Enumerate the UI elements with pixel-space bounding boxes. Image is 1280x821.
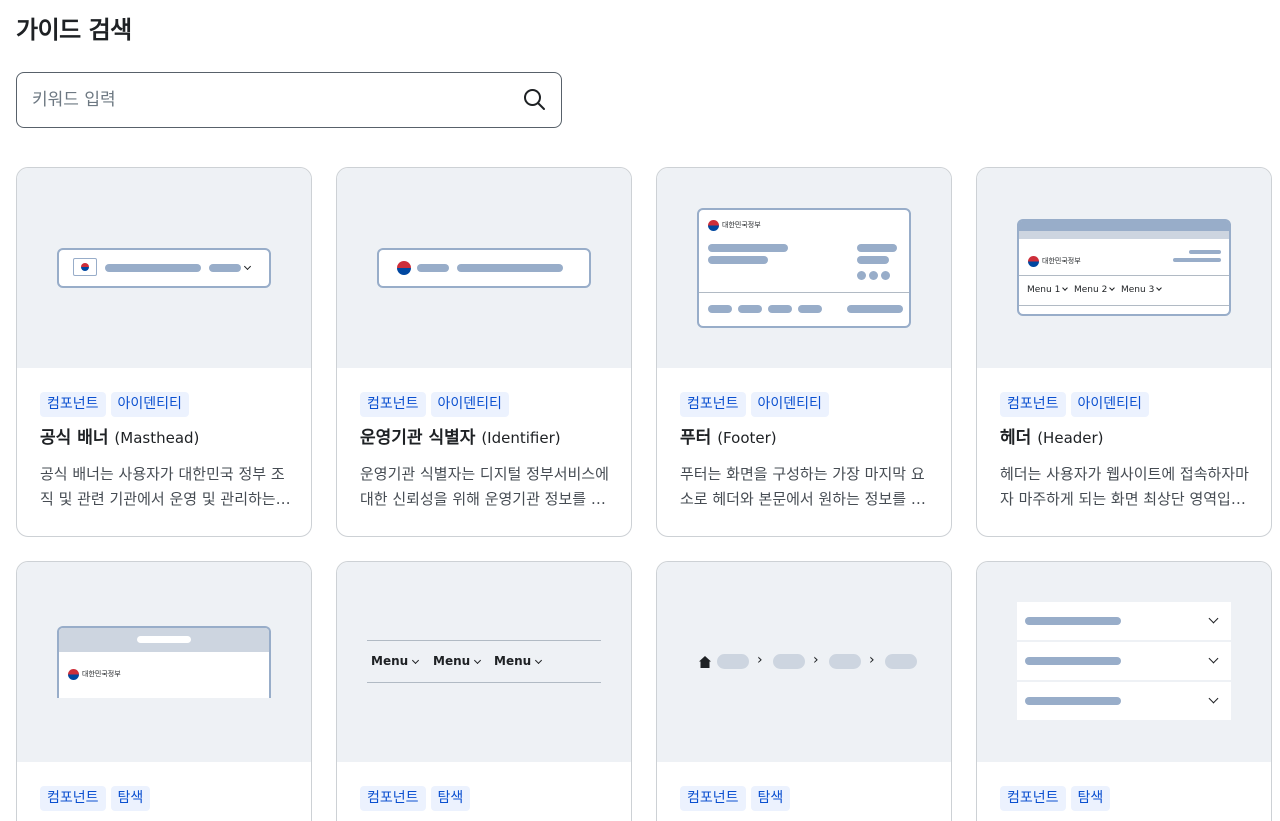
menu-item: Menu	[494, 654, 543, 668]
card-title: 헤더 (Header)	[1000, 428, 1104, 448]
guide-card-footer[interactable]: 대한민국정부 컴포넌트 아이덴티티 푸터 (Footer) 푸터는 화면을 구성…	[656, 167, 952, 537]
tag-category[interactable]: 컴포넌트	[360, 392, 426, 417]
card-thumbnail: 대한민국정부	[657, 168, 951, 368]
tag-category[interactable]: 컴포넌트	[680, 786, 746, 811]
card-thumbnail: 대한민국정부 Menu 1 Menu 2 Menu 3	[977, 168, 1271, 368]
tag-category[interactable]: 컴포넌트	[1000, 786, 1066, 811]
card-thumbnail	[977, 562, 1271, 762]
search-input[interactable]	[32, 73, 512, 127]
government-emblem-icon	[397, 261, 411, 275]
chevron-down-icon	[1208, 613, 1219, 624]
card-description: 공식 배너는 사용자가 대한민국 정부 조직 및 관련 기관에서 운영 및 관리…	[40, 465, 285, 508]
tag-category[interactable]: 컴포넌트	[680, 392, 746, 417]
tag-topic[interactable]: 아이덴티티	[1070, 392, 1149, 417]
card-thumbnail: 대한민국정부	[17, 562, 311, 762]
menu-item: Menu	[433, 654, 482, 668]
guide-card-navigation-1[interactable]: 대한민국정부 컴포넌트 탐색	[16, 561, 312, 821]
tag-topic[interactable]: 아이덴티티	[430, 392, 509, 417]
government-emblem-icon	[1028, 256, 1039, 267]
guide-card-header[interactable]: 대한민국정부 Menu 1 Menu 2 Menu 3 컴포넌트 아이덴티티 헤…	[976, 167, 1272, 537]
government-emblem-icon	[68, 669, 79, 680]
tag-topic[interactable]: 아이덴티티	[750, 392, 829, 417]
chevron-down-icon	[243, 262, 252, 271]
card-title: 푸터 (Footer)	[680, 428, 777, 448]
home-icon	[699, 656, 711, 668]
card-description: 헤더는 사용자가 웹사이트에 접속하자마자 마주하게 되는 화면 최상단 영역입…	[1000, 465, 1249, 508]
card-description: 운영기관 식별자는 디지털 정부서비스에 대한 신뢰성을 위해 운영기관 정보를…	[360, 465, 609, 508]
card-title: 운영기관 식별자 (Identifier)	[360, 428, 561, 448]
agency-label: 대한민국정부	[722, 221, 761, 229]
agency-label: 대한민국정부	[82, 670, 121, 678]
search-icon	[524, 89, 545, 110]
agency-label: 대한민국정부	[1042, 257, 1081, 265]
menu-item: Menu 3	[1121, 285, 1163, 295]
search-button[interactable]	[521, 87, 547, 113]
menu-item: Menu 1	[1027, 285, 1069, 295]
tag-topic[interactable]: 탐색	[1070, 786, 1111, 811]
tag-category[interactable]: 컴포넌트	[40, 786, 106, 811]
guide-card-navigation-2[interactable]: Menu Menu Menu 컴포넌트 탐색	[336, 561, 632, 821]
korea-flag-icon	[73, 258, 97, 276]
search-field[interactable]	[16, 72, 562, 128]
tag-topic[interactable]: 탐색	[430, 786, 471, 811]
guide-card-identifier[interactable]: 컴포넌트 아이덴티티 운영기관 식별자 (Identifier) 운영기관 식별…	[336, 167, 632, 537]
guide-card-masthead[interactable]: 컴포넌트 아이덴티티 공식 배너 (Masthead) 공식 배너는 사용자가 …	[16, 167, 312, 537]
guide-card-navigation-4[interactable]: 컴포넌트 탐색	[976, 561, 1272, 821]
page-title: 가이드 검색	[16, 16, 132, 44]
card-thumbnail	[17, 168, 311, 368]
tag-category[interactable]: 컴포넌트	[40, 392, 106, 417]
tag-category[interactable]: 컴포넌트	[360, 786, 426, 811]
tag-category[interactable]: 컴포넌트	[1000, 392, 1066, 417]
card-thumbnail	[337, 168, 631, 368]
tag-topic[interactable]: 탐색	[750, 786, 791, 811]
card-title: 공식 배너 (Masthead)	[40, 428, 200, 448]
tag-topic[interactable]: 탐색	[110, 786, 151, 811]
card-description: 푸터는 화면을 구성하는 가장 마지막 요소로 헤더와 본문에서 원하는 정보를…	[680, 465, 925, 508]
menu-item: Menu	[371, 654, 420, 668]
chevron-down-icon	[1208, 693, 1219, 704]
tag-topic[interactable]: 아이덴티티	[110, 392, 189, 417]
menu-item: Menu 2	[1074, 285, 1116, 295]
guide-card-navigation-3[interactable]: › › › 컴포넌트 탐색	[656, 561, 952, 821]
card-thumbnail: › › ›	[657, 562, 951, 762]
government-emblem-icon	[708, 220, 719, 231]
chevron-down-icon	[1208, 653, 1219, 664]
card-thumbnail: Menu Menu Menu	[337, 562, 631, 762]
